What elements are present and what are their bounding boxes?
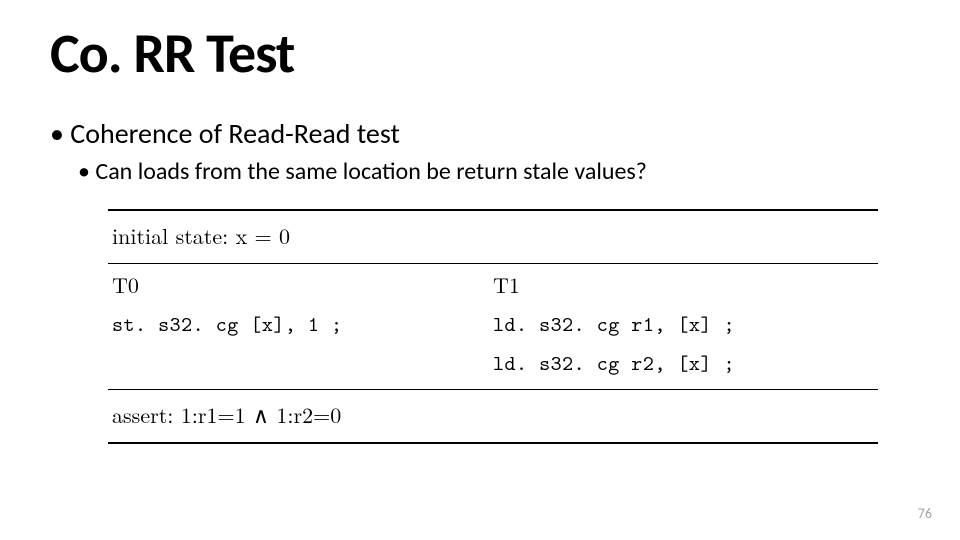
initial-state-text: initial state: x = 0: [112, 219, 290, 253]
t0-label: T0: [112, 268, 493, 302]
bullet-lvl2: Can loads from the same location be retu…: [78, 157, 910, 187]
bullet-lvl1: Coherence of Read-Read test: [50, 116, 910, 151]
t0-line2-empty: [112, 347, 493, 380]
assert-text: assert: 1:r1=1 ∧ 1:r2=0: [112, 398, 341, 432]
code-row-1: st. s32. cg [x], 1 ; ld. s32. cg r1, [x]…: [108, 308, 878, 347]
bullet-list: Coherence of Read-Read test Can loads fr…: [50, 116, 910, 187]
slide-title: Co. RR Test: [50, 20, 910, 88]
thread-header-row: T0 T1: [108, 264, 878, 308]
rule-bottom: [108, 442, 878, 444]
t1-line1: ld. s32. cg r1, [x] ;: [493, 308, 874, 341]
t0-line1: st. s32. cg [x], 1 ;: [112, 308, 493, 341]
t1-label: T1: [493, 268, 874, 302]
assert-row: assert: 1:r1=1 ∧ 1:r2=0: [108, 390, 878, 442]
slide: Co. RR Test Coherence of Read-Read test …: [0, 0, 960, 540]
code-table: initial state: x = 0 T0 T1 st. s32. cg […: [108, 209, 878, 444]
t1-line2: ld. s32. cg r2, [x] ;: [493, 347, 874, 380]
page-number: 76: [918, 505, 932, 522]
code-row-2: ld. s32. cg r2, [x] ;: [108, 347, 878, 390]
initial-state-row: initial state: x = 0: [108, 211, 878, 263]
